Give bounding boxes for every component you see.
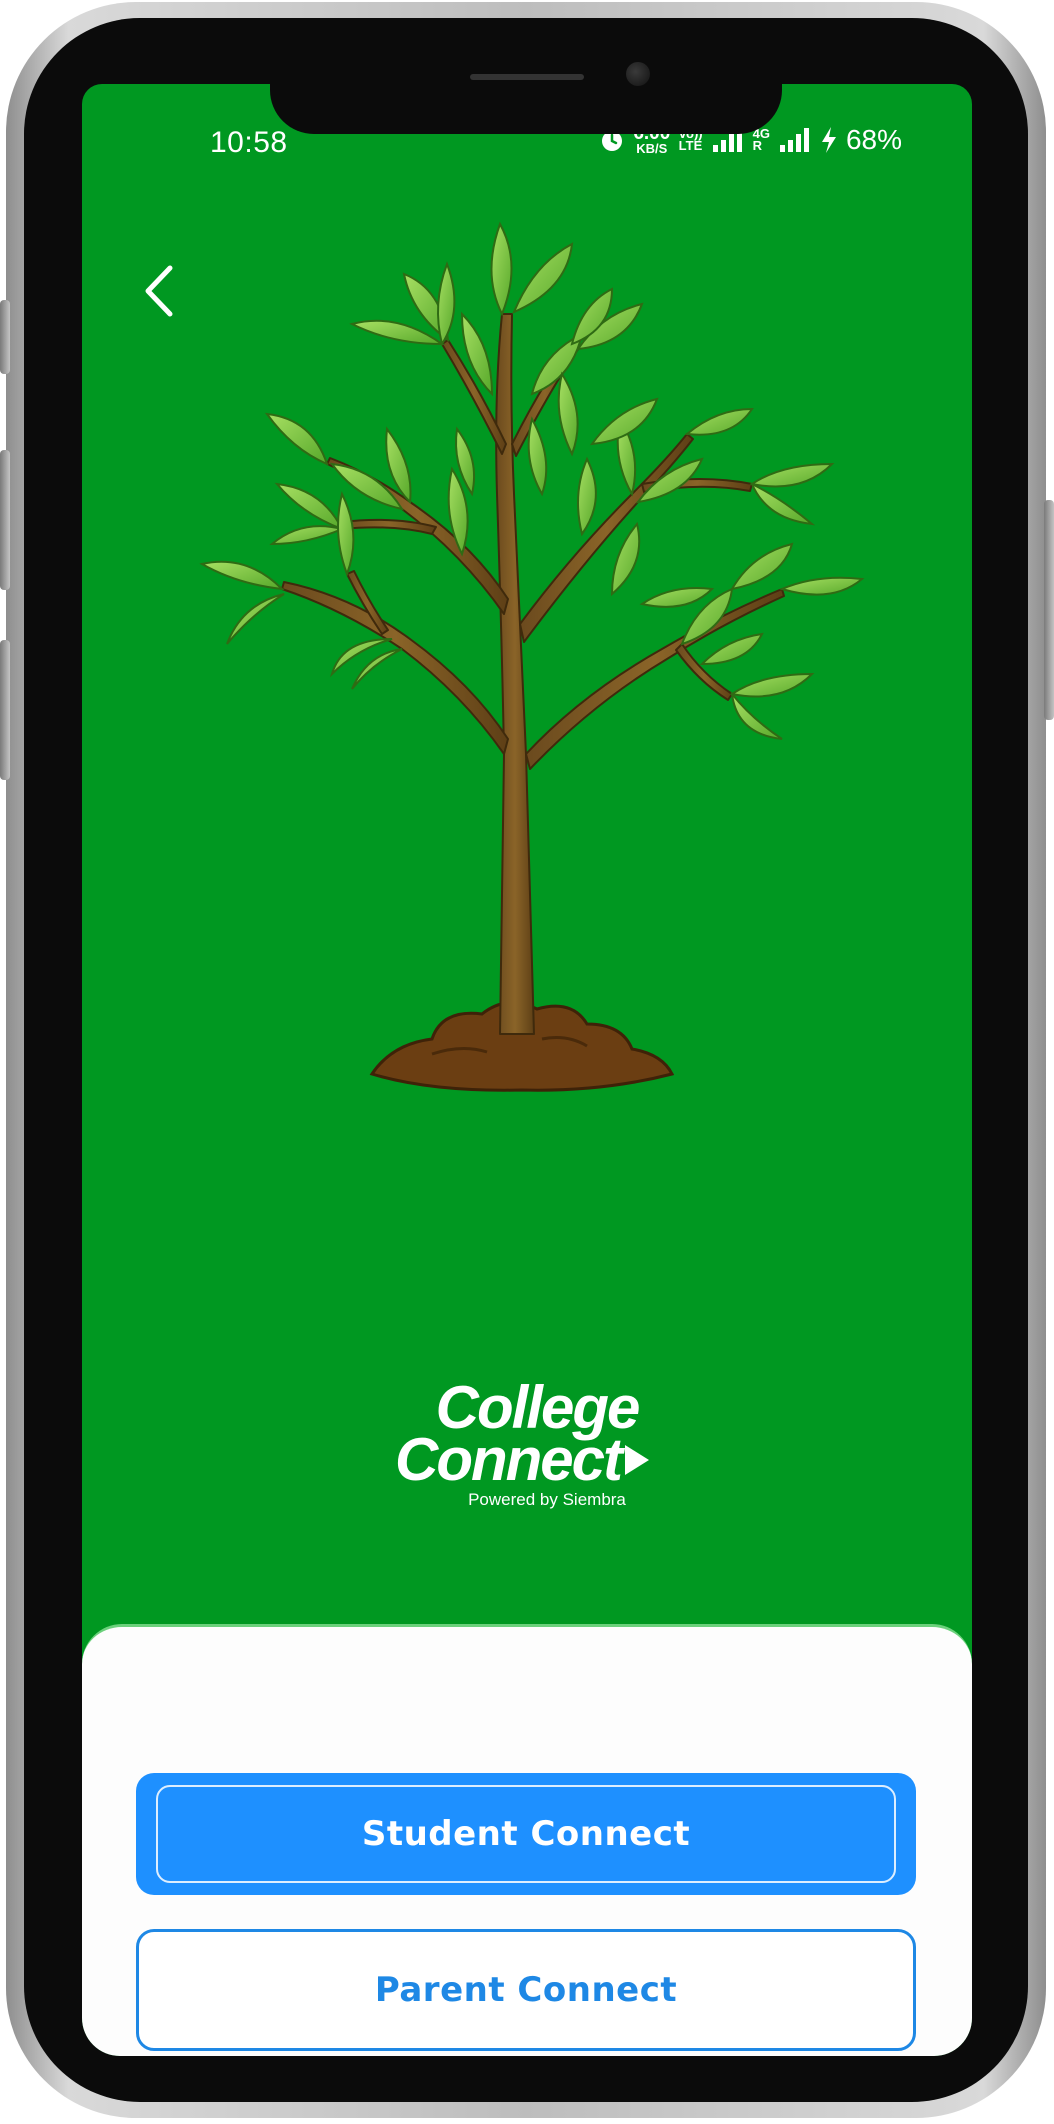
volume-up-button xyxy=(0,450,10,590)
parent-connect-label: Parent Connect xyxy=(374,1970,678,2010)
bottom-sheet: Student Connect Parent Connect xyxy=(82,1624,972,2056)
lte-label: LTE xyxy=(678,138,703,153)
net-speed-unit: KB/S xyxy=(636,141,668,156)
battery-percent: 68% xyxy=(845,124,902,155)
status-time: 10:58 xyxy=(210,126,288,159)
logo-line-2-wrapper: Connect xyxy=(82,1430,972,1490)
earpiece-speaker xyxy=(470,74,584,80)
tree-illustration xyxy=(199,221,865,1092)
network-type: 4G R xyxy=(752,127,770,153)
student-connect-button[interactable]: Student Connect xyxy=(136,1773,916,1895)
logo-line-2: Connect xyxy=(395,1426,623,1493)
logo-tagline: Powered by Siembra xyxy=(468,1490,626,1509)
play-triangle-icon xyxy=(625,1445,649,1476)
power-button xyxy=(1044,500,1054,720)
college-connect-logo: College Connect Powered by Siembra xyxy=(82,1378,972,1510)
student-connect-label: Student Connect xyxy=(361,1814,691,1854)
tree-leaves xyxy=(199,221,865,740)
notch xyxy=(270,84,782,134)
signal-bars-2-icon xyxy=(779,128,809,152)
volume-button xyxy=(0,300,10,374)
front-camera xyxy=(626,62,650,86)
app-screen: 10:58 6.00 KB/S Vo)) LTE 4G R xyxy=(82,84,972,2056)
volume-down-button xyxy=(0,640,10,780)
parent-connect-button[interactable]: Parent Connect xyxy=(136,1929,916,2051)
charging-bolt-icon xyxy=(821,127,836,153)
roaming-label: R xyxy=(752,138,762,153)
